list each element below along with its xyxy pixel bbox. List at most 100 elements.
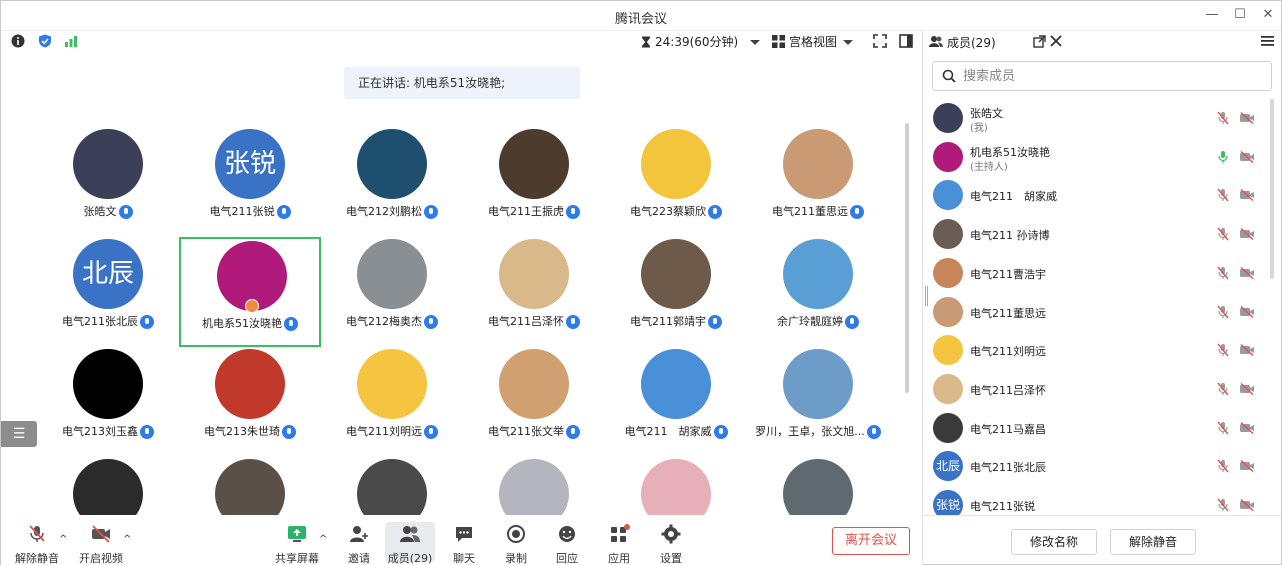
share-screen-icon	[288, 526, 306, 542]
participant-tile[interactable]: 电气211吕泽怀	[463, 237, 605, 347]
info-icon[interactable]	[11, 34, 25, 48]
participant-tile[interactable]	[321, 457, 463, 515]
unmute-button[interactable]: 解除静音	[9, 524, 65, 565]
participant-tile[interactable]: 电气223蔡颖欣	[605, 127, 747, 237]
rename-button[interactable]: 修改名称	[1011, 529, 1097, 555]
minimize-icon[interactable]: —	[1197, 5, 1227, 25]
member-row[interactable]: 电气211马嘉昌	[923, 409, 1281, 447]
invite-button[interactable]: 邀请	[331, 524, 387, 565]
side-panel-toggle-icon[interactable]	[899, 34, 913, 48]
list-view-button[interactable]: ☰	[1, 421, 37, 447]
member-list-scrollbar[interactable]	[1270, 99, 1274, 279]
participant-tile[interactable]: 张锐 电气211张锐	[179, 127, 321, 237]
participant-tile[interactable]: 电气211张文举	[463, 347, 605, 457]
share-screen-button[interactable]: 共享屏幕	[269, 524, 325, 565]
menu-icon[interactable]	[1261, 35, 1274, 47]
pop-out-icon[interactable]	[1033, 35, 1046, 48]
close-icon[interactable]: ✕	[1253, 5, 1282, 25]
grid-scrollbar[interactable]	[905, 123, 909, 393]
member-row[interactable]: 电气211 孙诗博	[923, 215, 1281, 253]
avatar	[933, 219, 963, 250]
member-row[interactable]: 张皓文 (我)	[923, 99, 1281, 137]
participant-tile[interactable]: 余广玲靓庭婷	[747, 237, 887, 347]
react-button[interactable]: 回应	[539, 524, 595, 565]
record-button[interactable]: 录制	[488, 524, 544, 565]
mic-status-icon	[276, 205, 291, 219]
fullscreen-icon[interactable]	[873, 34, 887, 48]
member-row[interactable]: 电气211董思远	[923, 293, 1281, 331]
camera-off-icon[interactable]	[1239, 421, 1255, 434]
unmute-label: 解除静音	[15, 552, 59, 565]
member-row[interactable]: 电气211吕泽怀	[923, 370, 1281, 408]
camera-off-icon[interactable]	[1239, 344, 1255, 357]
mic-muted-icon[interactable]	[1216, 305, 1230, 319]
participant-tile[interactable]: 电气211 胡家威	[605, 347, 747, 457]
participant-tile[interactable]: 电气213朱世琦	[179, 347, 321, 457]
members-icon	[400, 526, 420, 542]
mic-muted-icon[interactable]	[1216, 459, 1230, 473]
signal-icon[interactable]	[64, 34, 78, 48]
participant-tile[interactable]: 电气212刘鹏松	[321, 127, 463, 237]
participant-tile[interactable]: 张皓文	[37, 127, 179, 237]
apps-button[interactable]: 应用	[591, 524, 647, 565]
participant-tile[interactable]: 电气212梅奥杰	[321, 237, 463, 347]
leave-meeting-button[interactable]: 离开会议	[832, 527, 910, 555]
chevron-up-icon[interactable]: ^	[123, 534, 131, 545]
participant-tile[interactable]	[605, 457, 747, 515]
camera-off-icon[interactable]	[1239, 189, 1255, 202]
member-row[interactable]: 张锐 电气211张锐	[923, 486, 1281, 515]
mic-muted-icon[interactable]	[1216, 111, 1230, 125]
mic-on-icon[interactable]	[1216, 150, 1230, 164]
camera-off-icon[interactable]	[1239, 382, 1255, 395]
participant-tile[interactable]	[179, 457, 321, 515]
member-search-input[interactable]	[963, 67, 1253, 85]
mic-muted-icon[interactable]	[1216, 266, 1230, 280]
members-button[interactable]: 成员(29)	[385, 522, 435, 565]
camera-off-icon[interactable]	[1239, 112, 1255, 124]
mic-muted-icon[interactable]	[1216, 343, 1230, 357]
participant-tile[interactable]	[463, 457, 605, 515]
participant-tile[interactable]: 电气213刘玉鑫	[37, 347, 179, 457]
camera-off-icon[interactable]	[1239, 150, 1255, 163]
participant-name-text: 电气211张文举	[488, 425, 564, 438]
mic-muted-icon[interactable]	[1216, 382, 1230, 396]
camera-off-icon[interactable]	[1239, 460, 1255, 473]
mic-muted-icon[interactable]	[1216, 498, 1230, 512]
camera-off-icon[interactable]	[1239, 305, 1255, 318]
avatar	[933, 412, 963, 443]
camera-off-icon[interactable]	[1239, 228, 1255, 241]
members-panel: 成员(29) 张皓文(我)机电系51汝晓艳(主持人) 电气211 胡家威电气211…	[923, 31, 1281, 565]
chat-button[interactable]: 聊天	[436, 524, 492, 565]
member-row[interactable]: 北辰 电气211张北辰	[923, 447, 1281, 485]
view-mode-selector[interactable]: 宫格视图	[772, 33, 855, 50]
mic-muted-icon[interactable]	[1216, 227, 1230, 241]
start-video-button[interactable]: 开启视频	[73, 524, 129, 565]
participant-tile[interactable]	[747, 457, 887, 515]
participant-tile[interactable]: 北辰 电气211张北辰	[37, 237, 179, 347]
camera-off-icon[interactable]	[1239, 499, 1255, 511]
security-shield-icon[interactable]	[38, 34, 52, 48]
participant-tile[interactable]: 电气211郭靖宇	[605, 237, 747, 347]
participant-tile[interactable]: 电气211刘明远	[321, 347, 463, 457]
participant-tile[interactable]	[37, 457, 179, 515]
close-panel-icon[interactable]	[1050, 35, 1062, 47]
chevron-up-icon[interactable]: ^	[319, 534, 327, 545]
settings-button[interactable]: 设置	[643, 524, 699, 565]
participant-tile[interactable]: 电气211王振虎	[463, 127, 605, 237]
participant-tile[interactable]: 机电系51汝晓艳	[179, 237, 321, 347]
meeting-timer[interactable]: 24:39(60分钟)	[641, 33, 762, 50]
participant-name-text: 电气211吕泽怀	[488, 315, 564, 328]
unmute-member-button[interactable]: 解除静音	[1110, 529, 1196, 555]
mic-muted-icon[interactable]	[1216, 421, 1230, 435]
participant-name: 电气211张北辰	[37, 313, 179, 329]
member-row[interactable]: 机电系51汝晓艳 (主持人)	[923, 138, 1281, 176]
participant-tile[interactable]: 电气211董思远	[747, 127, 887, 237]
chevron-up-icon[interactable]: ^	[59, 534, 67, 545]
member-row[interactable]: 电气211 胡家威	[923, 176, 1281, 214]
participant-tile[interactable]: 罗川，王卓，张文旭...	[747, 347, 887, 457]
maximize-icon[interactable]: ☐	[1225, 5, 1255, 25]
member-row[interactable]: 电气211曹浩宇	[923, 254, 1281, 292]
mic-muted-icon[interactable]	[1216, 188, 1230, 202]
camera-off-icon[interactable]	[1239, 266, 1255, 279]
member-row[interactable]: 电气211刘明远	[923, 331, 1281, 369]
